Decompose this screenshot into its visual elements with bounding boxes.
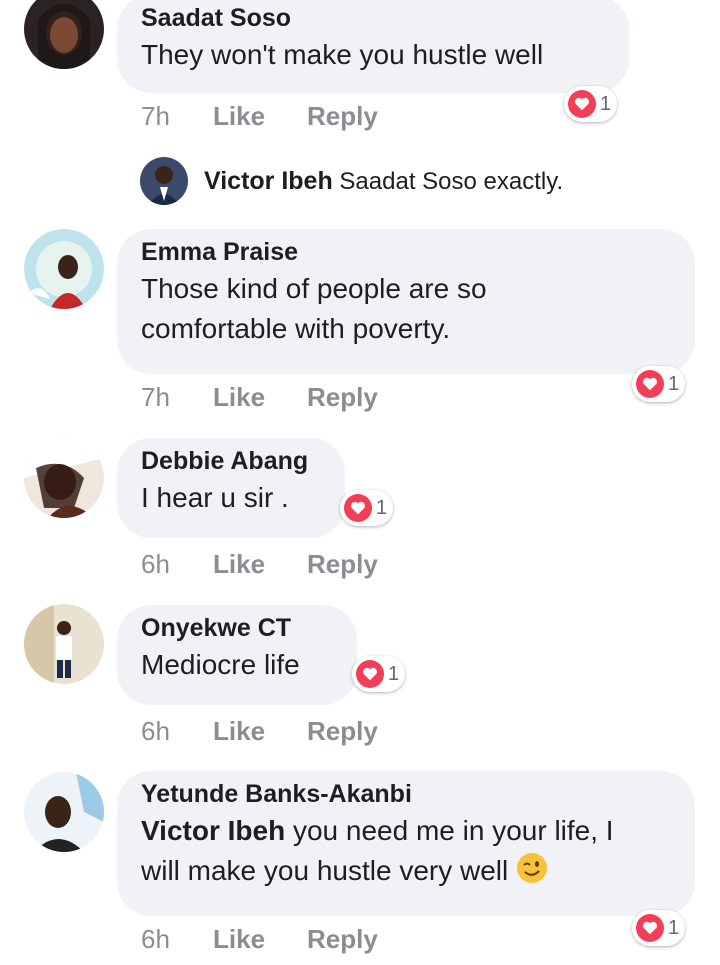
comment-text-line: Victor Ibeh you need me in your life, I <box>141 811 671 851</box>
reaction-badge[interactable]: 1 <box>632 366 686 402</box>
comment-bubble[interactable]: Yetunde Banks-Akanbi Victor Ibeh you nee… <box>117 771 695 916</box>
reaction-badge[interactable]: 1 <box>340 490 394 526</box>
timestamp: 7h <box>141 101 170 131</box>
reply-button[interactable]: Reply <box>307 382 378 413</box>
comment-text: Mediocre life <box>141 649 300 680</box>
comment-text-part: you need me in your life, I <box>285 815 614 846</box>
nested-reply-body: exactly. <box>483 168 564 195</box>
heart-icon <box>344 494 372 522</box>
like-button[interactable]: Like <box>213 101 265 132</box>
comment-author[interactable]: Debbie Abang <box>141 444 321 478</box>
comment-author[interactable]: Saadat Soso <box>141 1 605 35</box>
comment-text: They won't make you hustle well <box>141 39 544 70</box>
reply-button[interactable]: Reply <box>307 549 378 580</box>
reaction-count: 1 <box>388 662 400 685</box>
comment-text-line: Those kind of people are so <box>141 273 487 304</box>
avatar-emma-praise[interactable] <box>24 229 104 309</box>
comment-text: I hear u sir . <box>141 482 289 513</box>
avatar-onyekwe-ct[interactable] <box>24 604 104 684</box>
comment-bubble[interactable]: Emma Praise Those kind of people are so … <box>117 229 695 374</box>
nested-reply-mention[interactable]: Saadat Soso <box>339 168 476 195</box>
comment-author[interactable]: Emma Praise <box>141 235 671 269</box>
reaction-count: 1 <box>600 92 612 115</box>
reaction-count: 1 <box>668 916 680 939</box>
like-button[interactable]: Like <box>213 382 265 413</box>
reply-button[interactable]: Reply <box>307 924 378 955</box>
heart-icon <box>568 90 596 118</box>
reply-button[interactable]: Reply <box>307 101 378 132</box>
reaction-count: 1 <box>668 372 680 395</box>
avatar-yetunde-banks-akanbi[interactable] <box>24 772 104 852</box>
comment-text-part: will make you hustle very well <box>141 855 509 886</box>
like-button[interactable]: Like <box>213 549 265 580</box>
timestamp: 7h <box>141 382 170 412</box>
heart-icon <box>636 370 664 398</box>
avatar-debbie-abang[interactable] <box>24 438 104 518</box>
nested-reply-text: Victor Ibeh Saadat Soso exactly. <box>204 167 563 196</box>
avatar-saadat-soso[interactable] <box>24 0 104 69</box>
comment-author[interactable]: Onyekwe CT <box>141 611 333 645</box>
like-button[interactable]: Like <box>213 924 265 955</box>
comment-bubble[interactable]: Saadat Soso They won't make you hustle w… <box>117 0 629 93</box>
reaction-badge[interactable]: 1 <box>632 910 686 946</box>
like-button[interactable]: Like <box>213 716 265 747</box>
mention-link[interactable]: Victor Ibeh <box>141 815 285 846</box>
comment-author[interactable]: Yetunde Banks-Akanbi <box>141 777 671 811</box>
reaction-badge[interactable]: 1 <box>564 86 618 122</box>
comment-text-line: comfortable with poverty. <box>141 313 451 344</box>
timestamp: 6h <box>141 549 170 579</box>
timestamp: 6h <box>141 716 170 746</box>
avatar-victor-ibeh[interactable] <box>140 157 188 205</box>
reply-button[interactable]: Reply <box>307 716 378 747</box>
winking-face-emoji-icon <box>516 852 548 895</box>
heart-icon <box>636 914 664 942</box>
timestamp: 6h <box>141 924 170 954</box>
comment-bubble[interactable]: Debbie Abang I hear u sir . <box>117 438 345 538</box>
comment-bubble[interactable]: Onyekwe CT Mediocre life <box>117 605 357 705</box>
heart-icon <box>356 660 384 688</box>
reaction-count: 1 <box>376 496 388 519</box>
reaction-badge[interactable]: 1 <box>352 656 406 692</box>
nested-reply-author[interactable]: Victor Ibeh <box>204 167 333 195</box>
comment-text-line: will make you hustle very well <box>141 851 671 895</box>
